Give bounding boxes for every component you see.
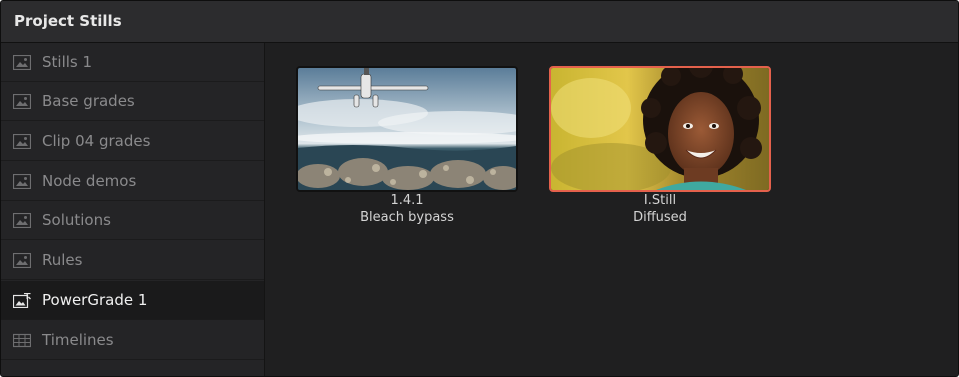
album-icon <box>12 252 32 269</box>
sidebar-item-label: Node demos <box>42 172 137 190</box>
still-number: I.Still <box>643 193 677 208</box>
sidebar-item-label: Rules <box>42 251 83 269</box>
sidebar-item-label: Clip 04 grades <box>42 132 151 150</box>
sidebar-item-label: PowerGrade 1 <box>42 291 148 309</box>
sidebar-item-stills-1[interactable]: Stills 1 <box>1 43 264 82</box>
sidebar-item-timelines[interactable]: Timelines <box>1 321 264 360</box>
panel-title-bar: Project Stills <box>1 1 958 43</box>
project-stills-panel: Project Stills Stills 1 Base grades Clip… <box>0 0 959 377</box>
sidebar-item-label: Timelines <box>42 331 114 349</box>
sidebar-item-label: Solutions <box>42 211 111 229</box>
timeline-album-icon <box>12 333 32 348</box>
still-name: Bleach bypass <box>360 210 454 225</box>
sidebar-item-base-grades[interactable]: Base grades <box>1 82 264 121</box>
sidebar-item-solutions[interactable]: Solutions <box>1 201 264 240</box>
powergrade-album-icon <box>12 292 31 309</box>
album-sidebar: Stills 1 Base grades Clip 04 grades Node… <box>1 43 265 376</box>
still-image-seaplane[interactable] <box>296 66 518 192</box>
album-icon <box>12 54 32 71</box>
still-name: Diffused <box>633 210 687 225</box>
sidebar-item-label: Stills 1 <box>42 53 93 71</box>
still-number: 1.4.1 <box>390 193 424 208</box>
album-icon <box>12 173 32 190</box>
sidebar-item-label: Base grades <box>42 92 135 110</box>
album-icon <box>12 93 32 110</box>
sidebar-item-powergrade-1[interactable]: PowerGrade 1 <box>1 281 264 320</box>
sidebar-item-rules[interactable]: Rules <box>1 241 264 280</box>
album-icon <box>12 133 32 150</box>
sidebar-item-clip-04-grades[interactable]: Clip 04 grades <box>1 122 264 161</box>
stills-gallery: 1.4.1 Bleach bypass I.Still Diffused <box>266 43 958 376</box>
panel-title: Project Stills <box>14 12 122 30</box>
still-image-portrait[interactable] <box>549 66 771 192</box>
sidebar-item-node-demos[interactable]: Node demos <box>1 162 264 201</box>
album-icon <box>12 212 32 229</box>
